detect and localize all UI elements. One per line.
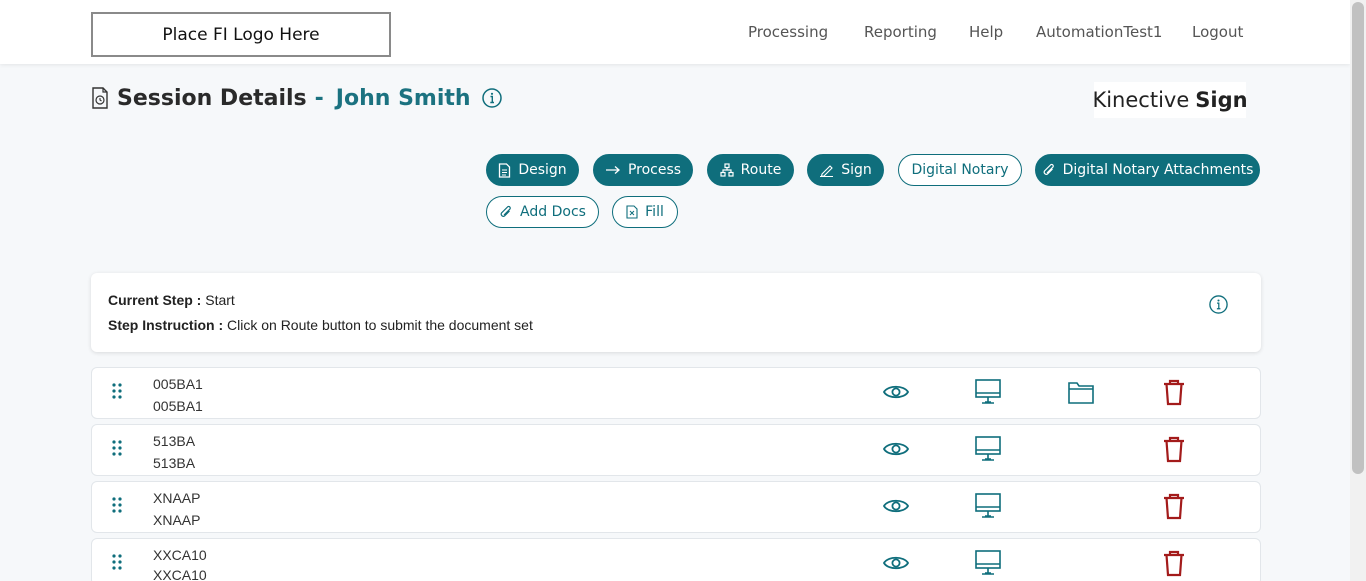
digital-notary-attachments-button[interactable]: Digital Notary Attachments xyxy=(1035,154,1260,186)
document-name: 005BA1 xyxy=(153,398,203,414)
folder-icon[interactable] xyxy=(1067,378,1095,406)
digital-notary-button[interactable]: Digital Notary xyxy=(898,154,1022,186)
route-button[interactable]: Route xyxy=(707,154,794,186)
brand-name-light: Kinective xyxy=(1092,88,1190,112)
step-instruction-value: Click on Route button to submit the docu… xyxy=(227,317,533,333)
add-docs-button[interactable]: Add Docs xyxy=(486,196,599,228)
client-name: John Smith xyxy=(335,85,471,111)
eye-icon[interactable] xyxy=(882,492,910,520)
sitemap-icon xyxy=(720,163,734,177)
nav-reporting-link[interactable]: Reporting xyxy=(864,23,937,41)
paperclip-icon xyxy=(1043,163,1054,175)
current-step: Current Step : Start xyxy=(108,292,235,308)
add-docs-button-label: Add Docs xyxy=(520,204,586,220)
document-row[interactable]: 005BA1 005BA1 xyxy=(91,367,1261,419)
info-icon[interactable] xyxy=(481,87,503,109)
design-button[interactable]: Design xyxy=(486,154,579,186)
trash-icon[interactable] xyxy=(1160,492,1188,520)
fill-button-label: Fill xyxy=(645,204,664,220)
brand-name-bold: Sign xyxy=(1195,88,1248,112)
step-instruction: Step Instruction : Click on Route button… xyxy=(108,317,533,333)
document-row[interactable]: 513BA 513BA xyxy=(91,424,1261,476)
drag-handle-icon[interactable] xyxy=(111,553,123,571)
top-navbar: Place FI Logo Here Processing Reporting … xyxy=(0,0,1350,64)
document-code: XXCA10 xyxy=(153,547,207,563)
fill-button[interactable]: Fill xyxy=(612,196,678,228)
page-title: Session Details xyxy=(117,85,307,111)
eye-icon[interactable] xyxy=(882,435,910,463)
step-instruction-label: Step Instruction : xyxy=(108,317,224,333)
eye-icon[interactable] xyxy=(882,549,910,577)
sign-button[interactable]: Sign xyxy=(807,154,884,186)
page-title-row: Session Details - John Smith xyxy=(91,84,503,112)
trash-icon[interactable] xyxy=(1160,435,1188,463)
nav-help-link[interactable]: Help xyxy=(969,23,1003,41)
document-code: 513BA xyxy=(153,433,196,449)
monitor-icon[interactable] xyxy=(974,492,1002,520)
document-code: 005BA1 xyxy=(153,376,203,392)
document-code: XNAAP xyxy=(153,490,201,506)
fi-logo-placeholder[interactable]: Place FI Logo Here xyxy=(91,12,391,57)
document-name: XXCA10 xyxy=(153,567,207,581)
pen-icon xyxy=(820,164,834,177)
sign-button-label: Sign xyxy=(841,162,872,178)
current-step-value: Start xyxy=(205,292,235,308)
document-row[interactable]: XNAAP XNAAP xyxy=(91,481,1261,533)
step-info-card: Current Step : Start Step Instruction : … xyxy=(91,273,1261,352)
document-history-icon xyxy=(92,87,108,109)
page-scrollbar-thumb[interactable] xyxy=(1352,2,1364,474)
nav-user[interactable]: AutomationTest1 xyxy=(1036,0,1162,64)
current-step-label: Current Step : xyxy=(108,292,202,308)
eye-icon[interactable] xyxy=(882,378,910,406)
nav-reporting[interactable]: Reporting xyxy=(864,0,937,64)
document-icon xyxy=(499,162,511,178)
drag-handle-icon[interactable] xyxy=(111,439,123,457)
nav-processing-link[interactable]: Processing xyxy=(748,23,828,41)
digital-notary-button-label: Digital Notary xyxy=(911,162,1009,178)
nav-logout-link[interactable]: Logout xyxy=(1192,23,1243,41)
info-icon[interactable] xyxy=(1208,294,1229,315)
document-name: 513BA xyxy=(153,455,196,471)
drag-handle-icon[interactable] xyxy=(111,382,123,400)
process-button-label: Process xyxy=(627,162,682,178)
title-separator: - xyxy=(314,85,324,111)
form-document-icon xyxy=(626,205,638,219)
monitor-icon[interactable] xyxy=(974,378,1002,406)
paperclip-icon xyxy=(500,205,511,217)
trash-icon[interactable] xyxy=(1160,378,1188,406)
drag-handle-icon[interactable] xyxy=(111,496,123,514)
process-button[interactable]: Process xyxy=(593,154,693,186)
design-button-label: Design xyxy=(518,162,567,178)
document-row[interactable]: XXCA10 XXCA10 xyxy=(91,538,1261,581)
nav-user-link[interactable]: AutomationTest1 xyxy=(1036,23,1162,41)
nav-help[interactable]: Help xyxy=(969,0,1003,64)
digital-notary-attachments-label: Digital Notary Attachments xyxy=(1062,162,1254,178)
nav-processing[interactable]: Processing xyxy=(748,0,828,64)
arrow-right-icon xyxy=(605,166,620,174)
monitor-icon[interactable] xyxy=(974,549,1002,577)
monitor-icon[interactable] xyxy=(974,435,1002,463)
nav-logout[interactable]: Logout xyxy=(1192,0,1243,64)
route-button-label: Route xyxy=(740,162,782,178)
kinective-sign-logo: Kinective Sign xyxy=(1092,82,1248,118)
trash-icon[interactable] xyxy=(1160,549,1188,577)
document-name: XNAAP xyxy=(153,512,201,528)
